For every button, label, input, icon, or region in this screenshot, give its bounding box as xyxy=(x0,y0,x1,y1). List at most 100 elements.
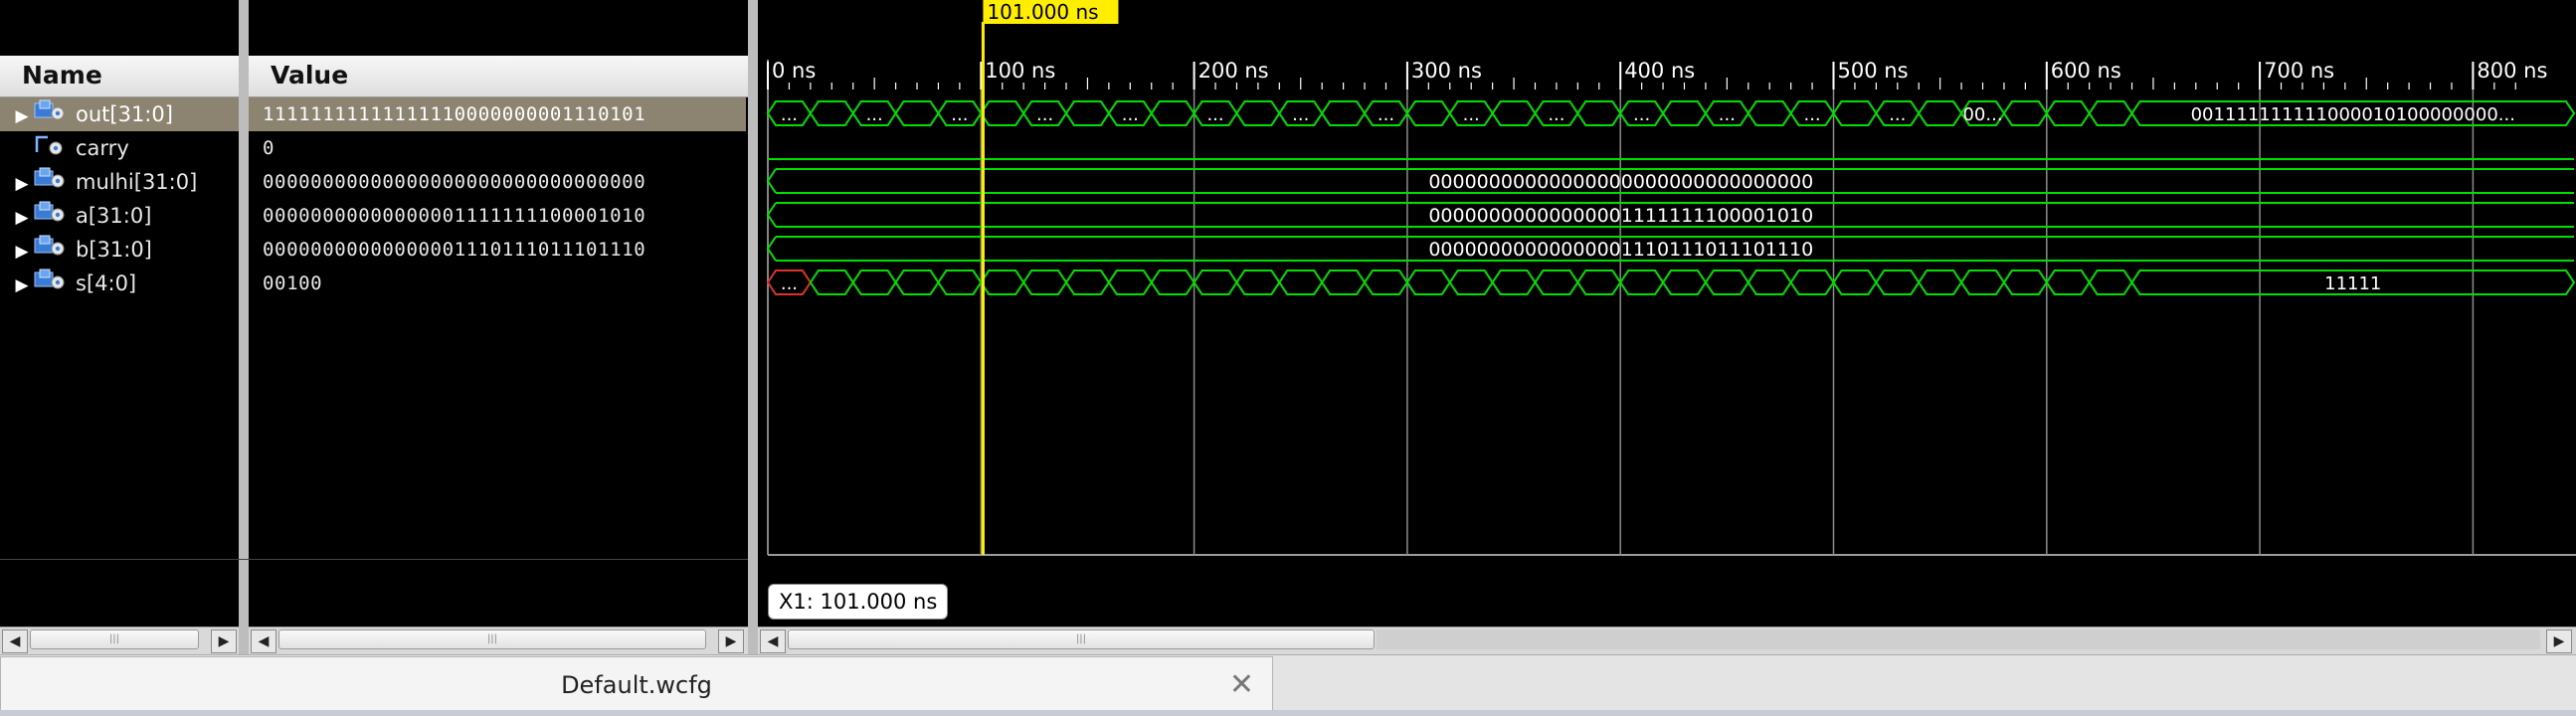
cursor-time-label: 101.000 ns xyxy=(987,0,1098,24)
bus-segment xyxy=(1959,269,2006,295)
scroll-right-icon[interactable]: ▶ xyxy=(211,629,237,653)
bus-value-label: 00... xyxy=(1962,104,2002,125)
signal-name: carry xyxy=(76,136,129,160)
bus-segment xyxy=(1661,100,1708,126)
bus-segment xyxy=(1491,100,1537,126)
bus-value-label: ... xyxy=(951,104,968,125)
bus-segment xyxy=(2088,100,2133,126)
bus-segment xyxy=(1704,269,1749,295)
close-icon[interactable]: ✕ xyxy=(1229,657,1254,713)
bus-value-label: ... xyxy=(1633,104,1650,125)
signal-name: mulhi[31:0] xyxy=(76,170,198,194)
scroll-left-icon[interactable]: ◀ xyxy=(251,629,276,653)
scroll-left-icon[interactable]: ◀ xyxy=(760,629,786,653)
bus-segment xyxy=(1661,269,1708,295)
scroll-left-icon[interactable]: ◀ xyxy=(2,629,28,653)
bus-value-label: ... xyxy=(1206,104,1223,125)
bus-segment xyxy=(980,100,1025,126)
bus-segment xyxy=(980,269,1025,295)
bus-segment xyxy=(1747,269,1792,295)
bus-value-label: 11111 xyxy=(2324,273,2381,294)
scroll-right-icon[interactable]: ▶ xyxy=(2546,629,2572,653)
bus-segment xyxy=(1789,269,1835,295)
bus-segment xyxy=(809,100,854,126)
bus-icon xyxy=(34,166,68,200)
time-tick-label: 200 ns xyxy=(1198,59,1269,83)
signal-row[interactable]: ▶ out[31:0] xyxy=(0,97,239,131)
signal-value: 11111111111111110000000001110101 xyxy=(249,97,746,131)
bit-signal-icon xyxy=(34,132,68,166)
bus-segment xyxy=(937,269,983,295)
bus-icon xyxy=(34,98,68,132)
bus-value-label: 00000000000000001110111011101110 xyxy=(1428,239,1813,261)
bus-value-label: ... xyxy=(866,104,883,125)
signal-name: out[31:0] xyxy=(76,102,173,126)
bus-segment xyxy=(1405,100,1451,126)
bus-segment xyxy=(1021,269,1068,295)
bus-segment xyxy=(2045,100,2091,126)
signal-row[interactable]: ▶ mulhi[31:0] xyxy=(0,165,239,199)
name-scrollbar[interactable]: ◀ ||| ▶ xyxy=(0,626,239,654)
panel-divider[interactable] xyxy=(239,0,249,656)
signal-row[interactable]: ▶ b[31:0] xyxy=(0,233,239,267)
bus-value-label: 00000000000000000000000000000000 xyxy=(1428,171,1813,193)
bus-segment xyxy=(1064,269,1111,295)
tab-label: Default.wcfg xyxy=(561,671,712,699)
bus-value-label: 00000000000000001111111100001010 xyxy=(1428,205,1813,227)
bus-segment xyxy=(1320,100,1367,126)
expand-arrow-icon[interactable]: ▶ xyxy=(10,268,34,302)
bus-icon xyxy=(34,234,68,268)
tab-underline xyxy=(0,710,2576,716)
scroll-thumb[interactable]: ||| xyxy=(278,629,706,649)
bus-segment xyxy=(894,100,940,126)
scroll-thumb[interactable]: ||| xyxy=(788,629,1375,649)
bus-segment xyxy=(1363,269,1409,295)
signal-name-list: ▶ out[31:0] carry ▶ mulhi[31:0] ▶ a[31:0] ▶ b[31… xyxy=(0,97,239,300)
bus-value-label: ... xyxy=(1548,104,1564,125)
bus-segment xyxy=(1107,269,1153,295)
bus-segment xyxy=(1320,269,1367,295)
panel-divider[interactable] xyxy=(748,0,758,656)
bus-segment xyxy=(809,269,854,295)
expand-arrow-icon[interactable]: ▶ xyxy=(10,99,34,133)
scroll-thumb[interactable]: ||| xyxy=(30,629,199,649)
signal-row[interactable]: ▶ s[4:0] xyxy=(0,267,239,300)
bus-segment xyxy=(1193,269,1238,295)
bus-segment xyxy=(1235,100,1281,126)
signal-value: 00100 xyxy=(263,272,323,294)
signal-value-list: 11111111111111110000000001110101 0 0000000… xyxy=(249,97,746,300)
waveform-scrollbar[interactable]: ◀ ||| ▶ xyxy=(758,626,2576,654)
bus-icon xyxy=(34,200,68,234)
bus-segment xyxy=(1875,269,1921,295)
signal-value: 00000000000000001110111011101110 xyxy=(263,239,646,261)
bus-segment xyxy=(1491,269,1537,295)
time-tick-label: 600 ns xyxy=(2051,59,2121,83)
bus-segment xyxy=(1150,100,1196,126)
expand-arrow-icon[interactable]: ▶ xyxy=(10,235,34,268)
bus-segment xyxy=(1064,100,1111,126)
time-tick-label: 0 ns xyxy=(772,59,816,83)
bus-value-label: ... xyxy=(781,273,798,294)
scroll-track[interactable] xyxy=(1377,629,2540,649)
bus-segment xyxy=(1832,100,1878,126)
value-column-header[interactable]: Value xyxy=(249,56,748,97)
waveform-canvas[interactable]: 0 ns 100 ns 200 ns 300 ns 400 ns 500 ns 600 ns… xyxy=(758,0,2576,626)
bus-segment xyxy=(2088,269,2133,295)
scroll-right-icon[interactable]: ▶ xyxy=(718,629,744,653)
expand-arrow-icon[interactable]: ▶ xyxy=(10,201,34,235)
panel-separator xyxy=(0,559,748,560)
bus-segment xyxy=(1235,269,1281,295)
signal-row[interactable]: carry xyxy=(0,131,239,165)
bus-segment xyxy=(1278,269,1324,295)
tab-default-wcfg[interactable]: Default.wcfg ✕ xyxy=(0,656,1273,712)
signal-name: s[4:0] xyxy=(76,271,137,295)
signal-name: a[31:0] xyxy=(76,204,152,228)
name-column-header[interactable]: Name xyxy=(0,56,239,97)
signal-row[interactable]: ▶ a[31:0] xyxy=(0,199,239,233)
bus-segment xyxy=(1576,269,1622,295)
signal-value: 0 xyxy=(263,137,276,159)
value-scrollbar[interactable]: ◀ ||| ▶ xyxy=(249,626,748,654)
bus-value-label: ... xyxy=(1719,104,1736,125)
bus-icon xyxy=(34,268,68,301)
expand-arrow-icon[interactable]: ▶ xyxy=(10,167,34,201)
